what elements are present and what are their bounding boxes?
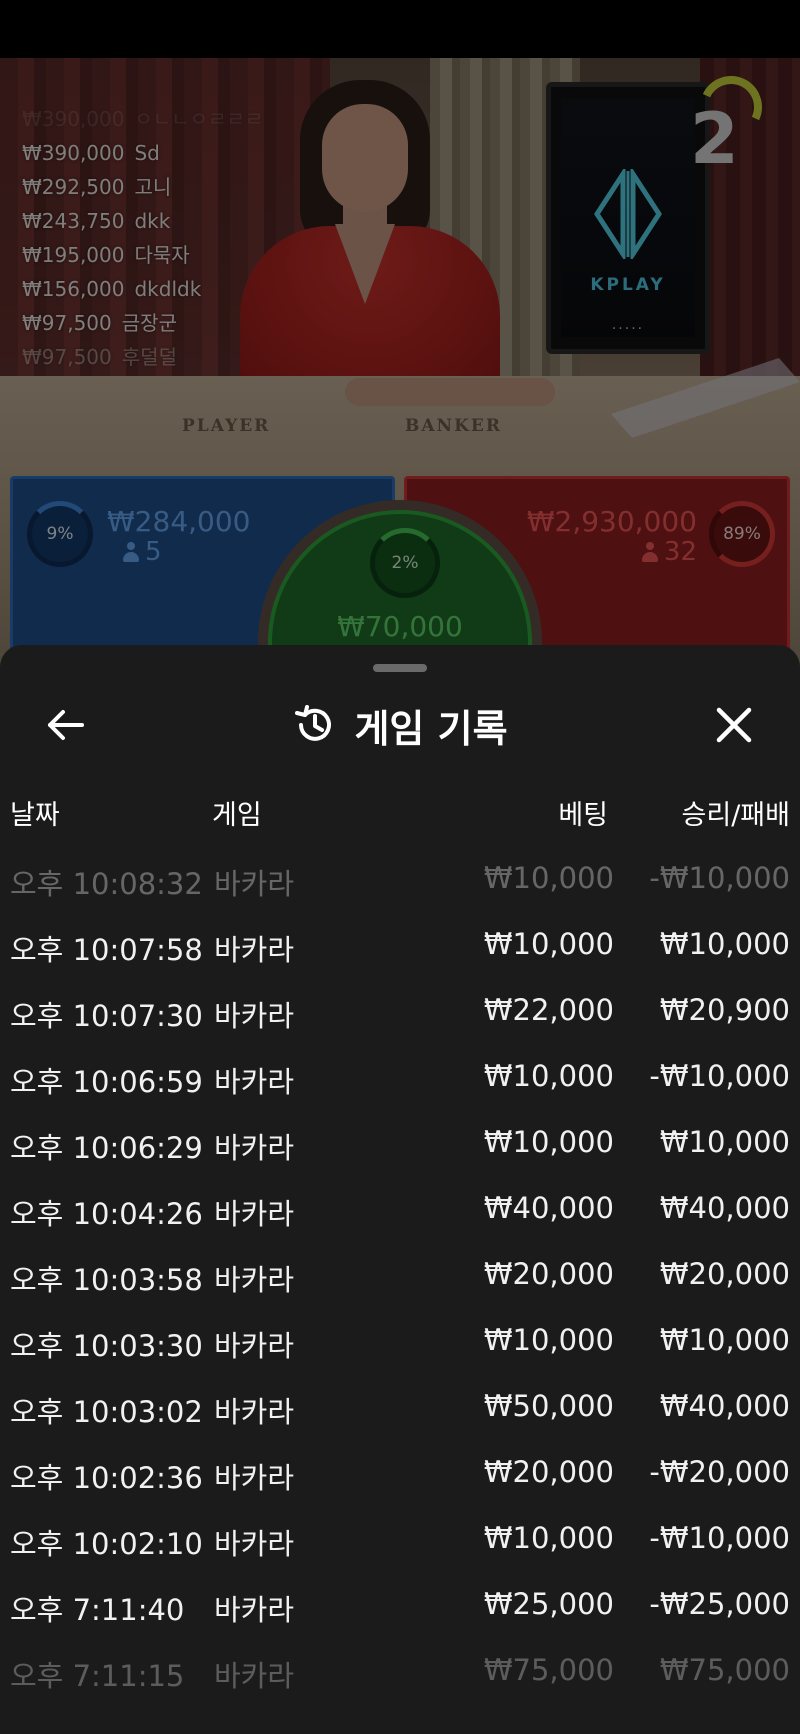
history-row[interactable]: 오후 10:06:29 바카라 ₩10,000 ₩10,000 xyxy=(0,1109,800,1175)
history-row[interactable]: 오후 10:03:58 바카라 ₩20,000 ₩20,000 xyxy=(0,1241,800,1307)
status-bar xyxy=(0,0,800,58)
sheet-header: 게임 기록 xyxy=(0,697,800,753)
history-row[interactable]: 오후 10:03:30 바카라 ₩10,000 ₩10,000 xyxy=(0,1307,800,1373)
history-row[interactable]: 오후 10:07:30 바카라 ₩22,000 ₩20,900 xyxy=(0,977,800,1043)
history-row[interactable]: 오후 10:06:59 바카라 ₩10,000 -₩10,000 xyxy=(0,1043,800,1109)
column-header-bet: 베팅 xyxy=(558,800,608,831)
history-row[interactable]: 오후 7:11:15 바카라 ₩75,000 ₩75,000 xyxy=(0,1637,800,1703)
game-history-sheet: 게임 기록 날짜 게임 베팅 승리/패배 오후 10:08:32 바카라 ₩10,0… xyxy=(0,645,800,1734)
history-list: 오후 10:08:32 바카라 ₩10,000 -₩10,000 오후 10:07:5… xyxy=(0,845,800,1703)
history-row[interactable]: 오후 10:03:02 바카라 ₩50,000 ₩40,000 xyxy=(0,1373,800,1439)
close-icon xyxy=(716,707,752,743)
column-header-result: 승리/패배 xyxy=(681,800,790,831)
column-header-game: 게임 xyxy=(212,800,262,831)
history-row[interactable]: 오후 7:11:40 바카라 ₩25,000 -₩25,000 xyxy=(0,1571,800,1637)
history-row[interactable]: 오후 10:07:58 바카라 ₩10,000 ₩10,000 xyxy=(0,911,800,977)
history-row[interactable]: 오후 10:02:36 바카라 ₩20,000 -₩20,000 xyxy=(0,1439,800,1505)
close-button[interactable] xyxy=(706,697,762,753)
column-header-date: 날짜 xyxy=(10,800,60,831)
page-title: 게임 기록 xyxy=(354,706,508,751)
history-row[interactable]: 오후 10:08:32 바카라 ₩10,000 -₩10,000 xyxy=(0,845,800,911)
sheet-drag-handle[interactable] xyxy=(373,664,427,672)
history-icon xyxy=(295,705,332,741)
history-row[interactable]: 오후 10:02:10 바카라 ₩10,000 -₩10,000 xyxy=(0,1505,800,1571)
history-row[interactable]: 오후 10:04:26 바카라 ₩40,000 ₩40,000 xyxy=(0,1175,800,1241)
modal-overlay[interactable] xyxy=(0,58,800,698)
